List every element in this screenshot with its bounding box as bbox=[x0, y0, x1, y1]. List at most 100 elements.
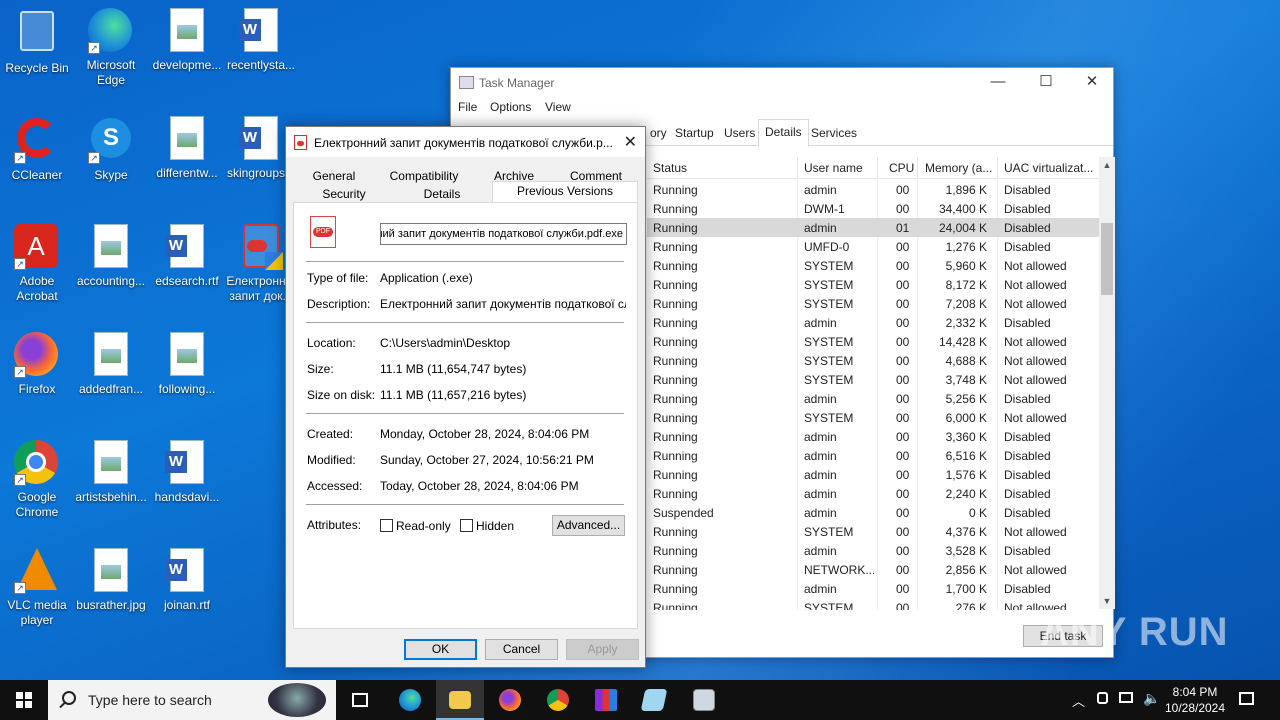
advanced-button[interactable]: Advanced... bbox=[552, 515, 625, 536]
notifications-icon[interactable] bbox=[1236, 680, 1258, 720]
table-row[interactable]: Running SYSTEM 00 14,428 K Not allowed bbox=[647, 332, 1099, 351]
hidden-label[interactable]: Hidden bbox=[476, 519, 514, 533]
table-row[interactable]: Running admin 00 1,700 K Disabled bbox=[647, 579, 1099, 598]
tab-general[interactable]: General bbox=[294, 167, 374, 185]
menu-view[interactable]: View bbox=[545, 100, 571, 114]
table-row[interactable]: Running admin 00 1,896 K Disabled bbox=[647, 180, 1099, 199]
readonly-label[interactable]: Read-only bbox=[396, 519, 451, 533]
desktop-icon-firefox[interactable]: ↗ Firefox bbox=[0, 332, 74, 397]
column-header-user-name[interactable]: User name bbox=[804, 161, 878, 175]
table-row[interactable]: Running SYSTEM 00 4,376 K Not allowed bbox=[647, 522, 1099, 541]
table-row[interactable]: Running admin 00 2,332 K Disabled bbox=[647, 313, 1099, 332]
table-row[interactable]: Running SYSTEM 00 6,000 K Not allowed bbox=[647, 408, 1099, 427]
readonly-checkbox[interactable] bbox=[380, 519, 393, 532]
close-button[interactable]: ✕ bbox=[1069, 68, 1115, 98]
taskbar-notepad[interactable] bbox=[630, 680, 678, 720]
table-row[interactable]: Running SYSTEM 00 4,688 K Not allowed bbox=[647, 351, 1099, 370]
desktop-icon-joinan[interactable]: W joinan.rtf bbox=[150, 548, 224, 613]
desktop-icon-edsearch[interactable]: W edsearch.rtf bbox=[150, 224, 224, 289]
tab-startup[interactable]: Startup bbox=[669, 122, 720, 146]
taskbar-firefox[interactable] bbox=[486, 680, 534, 720]
filename-field[interactable]: Електронний запит документів податкової … bbox=[380, 223, 627, 245]
taskbar-task-manager[interactable] bbox=[680, 680, 728, 720]
column-header-uac[interactable]: UAC virtualizat... bbox=[1004, 161, 1098, 175]
size-value: 11.1 MB (11,654,747 bytes) bbox=[380, 362, 527, 376]
vertical-scrollbar[interactable]: ▲ ▼ bbox=[1099, 157, 1115, 609]
network-icon[interactable] bbox=[1116, 680, 1136, 720]
desktop-icon-accounting[interactable]: accounting... bbox=[74, 224, 148, 289]
desktop-icon-developme[interactable]: developme... bbox=[150, 8, 224, 73]
table-row[interactable]: Running admin 00 3,360 K Disabled bbox=[647, 427, 1099, 446]
table-row[interactable]: Running SYSTEM 00 5,960 K Not allowed bbox=[647, 256, 1099, 275]
tab-services[interactable]: Services bbox=[805, 122, 863, 146]
column-header-status[interactable]: Status bbox=[653, 161, 793, 175]
desktop-icon-skype[interactable]: S ↗ Skype bbox=[74, 116, 148, 183]
desktop-icon-recycle-bin[interactable]: Recycle Bin bbox=[0, 8, 74, 76]
dialog-close-button[interactable]: ✕ bbox=[624, 132, 637, 152]
menu-file[interactable]: File bbox=[458, 100, 477, 114]
desktop-icon-vlc[interactable]: ↗ VLC media player bbox=[0, 548, 74, 628]
minimize-button[interactable]: — bbox=[975, 68, 1021, 98]
cell-memory: 276 K bbox=[955, 601, 987, 610]
maximize-button[interactable]: ☐ bbox=[1023, 68, 1069, 98]
task-view-button[interactable] bbox=[336, 680, 384, 720]
taskbar-winrar[interactable] bbox=[582, 680, 630, 720]
table-row[interactable]: Running UMFD-0 00 1,276 K Disabled bbox=[647, 237, 1099, 256]
column-header-cpu[interactable]: CPU bbox=[889, 161, 919, 175]
desktop-icon-handsdavi[interactable]: W handsdavi... bbox=[150, 440, 224, 505]
table-row[interactable]: Running SYSTEM 00 7,208 K Not allowed bbox=[647, 294, 1099, 313]
tab-security[interactable]: Security bbox=[294, 185, 394, 203]
desktop-icon-google-chrome[interactable]: ↗ Google Chrome bbox=[0, 440, 74, 520]
cell-user-name: SYSTEM bbox=[804, 297, 854, 311]
desktop-icon-artistsbehin[interactable]: artistsbehin... bbox=[74, 440, 148, 505]
scrollbar-thumb[interactable] bbox=[1101, 223, 1113, 295]
cell-status: Running bbox=[653, 601, 698, 610]
taskbar-search-box[interactable]: Type here to search bbox=[48, 680, 336, 720]
created-value: Monday, October 28, 2024, 8:04:06 PM bbox=[380, 427, 590, 441]
scroll-up-icon[interactable]: ▲ bbox=[1099, 157, 1115, 173]
apply-button[interactable]: Apply bbox=[566, 639, 639, 660]
table-row[interactable]: Running admin 00 3,528 K Disabled bbox=[647, 541, 1099, 560]
tab-details[interactable]: Details bbox=[394, 185, 490, 203]
cell-memory: 6,516 K bbox=[945, 449, 987, 463]
start-button[interactable] bbox=[0, 680, 48, 720]
table-row[interactable]: Running DWM-1 00 34,400 K Disabled bbox=[647, 199, 1099, 218]
table-row[interactable]: Running NETWORK... 00 2,856 K Not allowed bbox=[647, 560, 1099, 579]
scroll-down-icon[interactable]: ▼ bbox=[1099, 593, 1115, 609]
taskbar-chrome[interactable] bbox=[534, 680, 582, 720]
table-row[interactable]: Running admin 00 5,256 K Disabled bbox=[647, 389, 1099, 408]
menu-options[interactable]: Options bbox=[490, 100, 531, 114]
table-row[interactable]: Running admin 00 6,516 K Disabled bbox=[647, 446, 1099, 465]
table-row[interactable]: Running admin 00 2,240 K Disabled bbox=[647, 484, 1099, 503]
security-tray-icon[interactable] bbox=[1094, 680, 1112, 720]
desktop-icon-adobe-acrobat[interactable]: A ↗ Adobe Acrobat bbox=[0, 224, 74, 304]
desktop-icon-differentw[interactable]: differentw... bbox=[150, 116, 224, 181]
dialog-title-bar[interactable]: Електронний запит документів податкової … bbox=[286, 127, 645, 157]
table-row[interactable]: Suspended admin 00 0 K Disabled bbox=[647, 503, 1099, 522]
taskbar-file-explorer[interactable] bbox=[436, 680, 484, 720]
ok-button[interactable]: OK bbox=[404, 639, 477, 660]
tab-previous-versions[interactable]: Previous Versions bbox=[492, 181, 638, 203]
table-row[interactable]: Running SYSTEM 00 3,748 K Not allowed bbox=[647, 370, 1099, 389]
taskbar-edge[interactable] bbox=[386, 680, 434, 720]
cancel-button[interactable]: Cancel bbox=[485, 639, 558, 660]
desktop-icon-following[interactable]: following... bbox=[150, 332, 224, 397]
tab-compatibility[interactable]: Compatibility bbox=[378, 167, 470, 185]
desktop-icon-addedfran[interactable]: addedfran... bbox=[74, 332, 148, 397]
hidden-checkbox[interactable] bbox=[460, 519, 473, 532]
desktop-icon-busrather[interactable]: busrather.jpg bbox=[74, 548, 148, 613]
table-row[interactable]: Running admin 01 24,004 K Disabled bbox=[647, 218, 1099, 237]
column-header-memory[interactable]: Memory (a... bbox=[925, 161, 995, 175]
table-row[interactable]: Running admin 00 1,576 K Disabled bbox=[647, 465, 1099, 484]
system-clock[interactable]: 8:04 PM 10/28/2024 bbox=[1160, 684, 1230, 716]
table-row[interactable]: Running SYSTEM 00 276 K Not allowed bbox=[647, 598, 1099, 610]
desktop-icon-ccleaner[interactable]: ↗ CCleaner bbox=[0, 116, 74, 183]
desktop-icon-edge[interactable]: ↗ Microsoft Edge bbox=[74, 8, 148, 88]
title-bar[interactable]: Task Manager — ☐ ✕ bbox=[451, 68, 1113, 98]
volume-icon[interactable]: 🔈 bbox=[1140, 680, 1160, 720]
tab-details[interactable]: Details bbox=[758, 119, 809, 147]
table-row[interactable]: Running SYSTEM 00 8,172 K Not allowed bbox=[647, 275, 1099, 294]
tray-chevron-icon[interactable]: ︿ bbox=[1070, 680, 1086, 720]
tab-users[interactable]: Users bbox=[718, 122, 761, 146]
desktop-icon-recentlysta[interactable]: W recentlysta... bbox=[224, 8, 298, 73]
